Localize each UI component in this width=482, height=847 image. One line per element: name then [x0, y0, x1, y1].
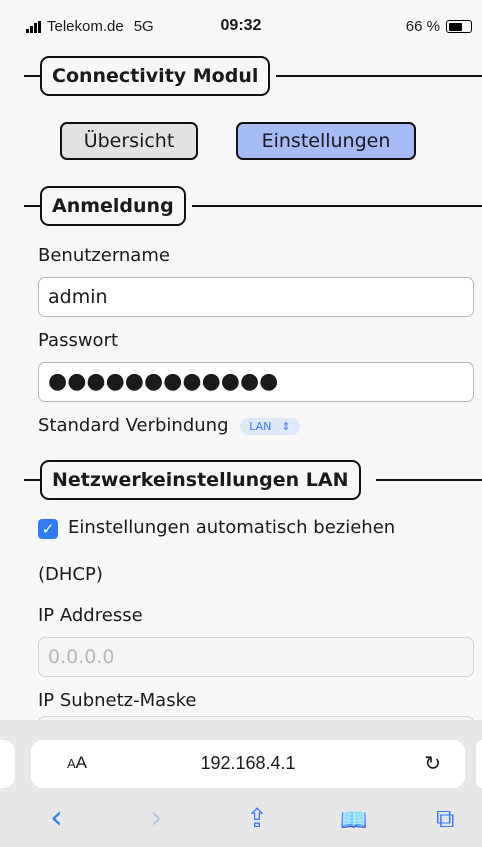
username-input[interactable]: admin — [38, 277, 474, 317]
subnet-mask-label: IP Subnetz-Maske — [38, 690, 197, 711]
page-content[interactable]: Connectivity Modul Übersicht Einstellung… — [0, 56, 482, 720]
browser-toolbar: ‹ › ⇪ 📖 ⧉ — [0, 798, 482, 847]
section-rule-right — [192, 205, 482, 207]
status-bar: Telekom.de 5G 09:32 66 % — [0, 0, 482, 56]
default-connection-select[interactable]: LAN ⇕ — [240, 417, 300, 435]
share-icon[interactable]: ⇪ — [246, 804, 268, 834]
select-value: LAN — [249, 419, 272, 433]
default-connection-row: Standard Verbindung LAN ⇕ — [38, 415, 300, 436]
previous-tab-peek[interactable] — [0, 740, 15, 788]
browser-address-area: AA 192.168.4.1 ↻ — [0, 720, 482, 800]
battery-percent: 66 % — [405, 18, 440, 35]
overview-button[interactable]: Übersicht — [60, 122, 198, 160]
section-rule-right — [376, 479, 482, 481]
ip-address-input[interactable]: 0.0.0.0 — [38, 637, 474, 677]
forward-icon[interactable]: › — [150, 798, 163, 836]
dhcp-checkbox[interactable]: ✓ — [38, 519, 58, 539]
dhcp-label-cont: (DHCP) — [38, 564, 103, 585]
section-title: Connectivity Modul — [40, 56, 271, 96]
username-label: Benutzername — [38, 245, 170, 266]
battery-icon — [446, 20, 472, 33]
reload-icon[interactable]: ↻ — [424, 751, 441, 776]
section-login: Anmeldung — [0, 186, 482, 226]
password-label: Passwort — [38, 330, 119, 351]
section-rule-right — [276, 75, 482, 77]
back-icon[interactable]: ‹ — [50, 798, 63, 836]
settings-button[interactable]: Einstellungen — [236, 122, 416, 160]
section-connectivity: Connectivity Modul — [0, 56, 482, 96]
dhcp-label: Einstellungen automatisch beziehen — [68, 517, 396, 538]
section-title: Netzwerkeinstellungen LAN — [40, 460, 361, 500]
tabs-icon[interactable]: ⧉ — [436, 804, 455, 835]
url-text: 192.168.4.1 — [200, 753, 296, 773]
bookmarks-icon[interactable]: 📖 — [340, 808, 367, 833]
default-connection-label: Standard Verbindung — [38, 415, 229, 436]
section-lan: Netzwerkeinstellungen LAN — [0, 460, 482, 500]
battery-info: 66 % — [406, 18, 472, 35]
password-input[interactable]: ●●●●●●●●●●●● — [38, 362, 474, 402]
chevron-updown-icon: ⇕ — [281, 419, 291, 433]
address-bar[interactable]: AA 192.168.4.1 ↻ — [31, 740, 465, 788]
ip-address-label: IP Addresse — [38, 605, 143, 626]
next-tab-peek[interactable] — [476, 740, 482, 788]
section-title: Anmeldung — [40, 186, 186, 226]
